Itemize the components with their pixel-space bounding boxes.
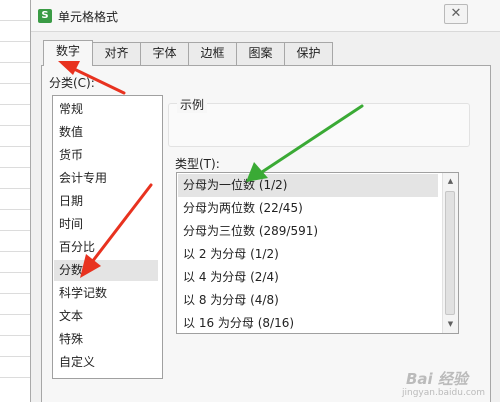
category-item-fraction[interactable]: 分数 <box>54 260 158 281</box>
type-item-quarters[interactable]: 以 4 为分母 (2/4) <box>178 266 438 289</box>
type-item-eighths[interactable]: 以 8 为分母 (4/8) <box>178 289 438 312</box>
type-list[interactable]: 分母为一位数 (1/2) 分母为两位数 (22/45) 分母为三位数 (289/… <box>176 172 459 334</box>
tab-protection[interactable]: 保护 <box>284 42 333 65</box>
category-item-number[interactable]: 数值 <box>54 122 158 143</box>
type-label: 类型(T): <box>175 157 220 171</box>
category-item-percentage[interactable]: 百分比 <box>54 237 158 258</box>
category-label: 分类(C): <box>49 76 95 90</box>
format-cells-dialog: S 单元格格式 ✕ 数字 对齐 字体 边框 图案 保护 分类(C): 常规 数值… <box>30 0 500 402</box>
sample-group <box>168 103 470 147</box>
scroll-up-icon[interactable]: ▲ <box>443 174 458 189</box>
category-item-time[interactable]: 时间 <box>54 214 158 235</box>
type-item-sixteenths[interactable]: 以 16 为分母 (8/16) <box>178 312 438 333</box>
sample-label: 示例 <box>177 96 208 113</box>
type-item-one-digit[interactable]: 分母为一位数 (1/2) <box>178 174 438 197</box>
app-logo-icon: S <box>38 9 52 23</box>
watermark-brand: Bai 经验 <box>406 370 468 388</box>
category-item-text[interactable]: 文本 <box>54 306 158 327</box>
tab-font[interactable]: 字体 <box>140 42 189 65</box>
tab-pattern[interactable]: 图案 <box>236 42 285 65</box>
tab-alignment[interactable]: 对齐 <box>92 42 141 65</box>
category-list[interactable]: 常规 数值 货币 会计专用 日期 时间 百分比 分数 科学记数 文本 特殊 自定… <box>52 95 163 379</box>
category-item-scientific[interactable]: 科学记数 <box>54 283 158 304</box>
category-item-date[interactable]: 日期 <box>54 191 158 212</box>
title-bar: S 单元格格式 ✕ <box>31 0 500 32</box>
scroll-down-icon[interactable]: ▼ <box>443 317 458 332</box>
close-button[interactable]: ✕ <box>444 4 468 24</box>
tab-number[interactable]: 数字 <box>43 40 93 66</box>
watermark-url: jingyan.baidu.com <box>402 388 486 398</box>
close-icon: ✕ <box>450 6 462 21</box>
scroll-thumb[interactable] <box>445 191 455 315</box>
dialog-title: 单元格格式 <box>58 10 119 24</box>
tab-border[interactable]: 边框 <box>188 42 237 65</box>
type-item-three-digit[interactable]: 分母为三位数 (289/591) <box>178 220 438 243</box>
spreadsheet-background <box>0 0 34 402</box>
type-list-scrollbar[interactable]: ▲ ▼ <box>442 173 458 333</box>
category-item-currency[interactable]: 货币 <box>54 145 158 166</box>
baidu-watermark: Bai 经验 jingyan.baidu.com <box>388 368 498 400</box>
type-item-halves[interactable]: 以 2 为分母 (1/2) <box>178 243 438 266</box>
category-item-general[interactable]: 常规 <box>54 99 158 120</box>
category-item-custom[interactable]: 自定义 <box>54 352 158 373</box>
category-item-special[interactable]: 特殊 <box>54 329 158 350</box>
type-item-two-digit[interactable]: 分母为两位数 (22/45) <box>178 197 438 220</box>
category-item-accounting[interactable]: 会计专用 <box>54 168 158 189</box>
